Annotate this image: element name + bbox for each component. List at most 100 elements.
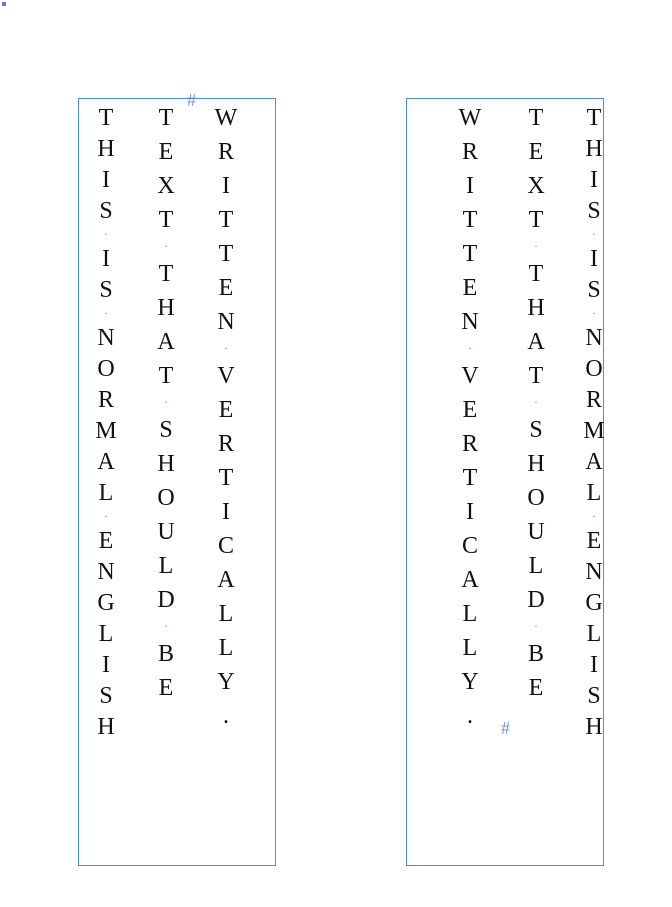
space-marker: ·	[92, 510, 120, 522]
vertical-text-column-left-3: WRITTEN·VERTICALLY.	[212, 106, 240, 738]
vertical-char: L	[580, 481, 608, 505]
vertical-char: N	[92, 560, 120, 584]
vertical-char: S	[580, 684, 608, 708]
vertical-char: M	[580, 419, 608, 443]
vertical-char: L	[92, 481, 120, 505]
vertical-char: E	[522, 140, 550, 164]
vertical-char: N	[212, 310, 240, 334]
vertical-text-column-right-1: WRITTEN·VERTICALLY.	[456, 106, 484, 738]
vertical-text-column-left-1: THIS·IS·NORMAL·ENGLISH	[92, 106, 120, 746]
vertical-char: D	[152, 588, 180, 612]
vertical-char: T	[456, 242, 484, 266]
vertical-char: O	[522, 486, 550, 510]
vertical-char: T	[456, 208, 484, 232]
vertical-char: S	[522, 418, 550, 442]
vertical-char: N	[92, 326, 120, 350]
vertical-char: I	[212, 174, 240, 198]
vertical-char: A	[212, 568, 240, 592]
vertical-char: T	[152, 262, 180, 286]
vertical-char: S	[580, 278, 608, 302]
vertical-char: O	[152, 486, 180, 510]
vertical-char: T	[212, 208, 240, 232]
vertical-char: E	[456, 276, 484, 300]
space-marker: ·	[522, 396, 550, 408]
vertical-char: W	[212, 106, 240, 130]
vertical-char: I	[456, 174, 484, 198]
vertical-char: A	[580, 450, 608, 474]
vertical-char: I	[92, 653, 120, 677]
vertical-char: N	[456, 310, 484, 334]
vertical-text-column-right-2: TEXT·THAT·SHOULD·BE	[522, 106, 550, 710]
vertical-char: S	[92, 278, 120, 302]
vertical-char: T	[522, 364, 550, 388]
vertical-char: S	[92, 684, 120, 708]
vertical-char: T	[522, 106, 550, 130]
vertical-char: I	[580, 247, 608, 271]
vertical-char: B	[152, 642, 180, 666]
vertical-char: N	[580, 560, 608, 584]
vertical-char: L	[522, 554, 550, 578]
vertical-char: R	[456, 140, 484, 164]
vertical-char: .	[456, 704, 484, 728]
vertical-char: D	[522, 588, 550, 612]
vertical-char: E	[212, 398, 240, 422]
vertical-char: H	[580, 137, 608, 161]
vertical-char: T	[580, 106, 608, 130]
vertical-char: X	[152, 174, 180, 198]
vertical-char: S	[152, 418, 180, 442]
space-marker: ·	[522, 240, 550, 252]
vertical-char: E	[92, 529, 120, 553]
vertical-char: H	[580, 715, 608, 739]
vertical-char: L	[152, 554, 180, 578]
vertical-char: I	[580, 168, 608, 192]
vertical-char: L	[580, 622, 608, 646]
vertical-char: H	[92, 137, 120, 161]
vertical-char: A	[522, 330, 550, 354]
vertical-char: R	[212, 432, 240, 456]
vertical-char: I	[580, 653, 608, 677]
space-marker: ·	[92, 307, 120, 319]
vertical-char: H	[152, 452, 180, 476]
vertical-char: T	[522, 262, 550, 286]
vertical-char: L	[456, 602, 484, 626]
vertical-char: T	[152, 106, 180, 130]
vertical-char: U	[522, 520, 550, 544]
vertical-char: E	[152, 140, 180, 164]
space-marker: ·	[580, 307, 608, 319]
vertical-char: T	[212, 242, 240, 266]
vertical-char: B	[522, 642, 550, 666]
vertical-char: H	[522, 296, 550, 320]
vertical-char: S	[580, 199, 608, 223]
vertical-char: N	[580, 326, 608, 350]
space-marker: ·	[522, 620, 550, 632]
vertical-char: W	[456, 106, 484, 130]
vertical-char: E	[152, 676, 180, 700]
vertical-text-column-right-3: THIS·IS·NORMAL·ENGLISH	[580, 106, 608, 746]
space-marker: ·	[152, 620, 180, 632]
space-marker: ·	[212, 342, 240, 354]
vertical-char: C	[212, 534, 240, 558]
vertical-char: G	[92, 591, 120, 615]
vertical-char: H	[522, 452, 550, 476]
vertical-char: T	[212, 466, 240, 490]
text-frame-right[interactable]	[406, 98, 604, 866]
vertical-char: L	[456, 636, 484, 660]
vertical-char: Y	[456, 670, 484, 694]
vertical-char: T	[92, 106, 120, 130]
vertical-char: E	[580, 529, 608, 553]
vertical-char: V	[456, 364, 484, 388]
vertical-char: R	[580, 388, 608, 412]
vertical-char: S	[92, 199, 120, 223]
vertical-char: H	[152, 296, 180, 320]
vertical-char: O	[580, 357, 608, 381]
vertical-char: T	[152, 208, 180, 232]
vertical-char: O	[92, 357, 120, 381]
space-marker: ·	[152, 240, 180, 252]
vertical-char: .	[212, 704, 240, 728]
space-marker: ·	[92, 228, 120, 240]
vertical-char: C	[456, 534, 484, 558]
vertical-char: Y	[212, 670, 240, 694]
vertical-char: E	[456, 398, 484, 422]
vertical-char: R	[212, 140, 240, 164]
vertical-char: I	[92, 247, 120, 271]
